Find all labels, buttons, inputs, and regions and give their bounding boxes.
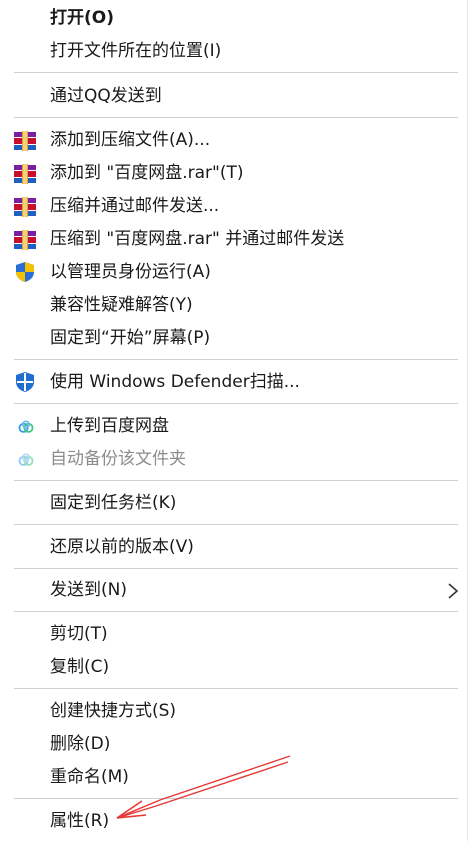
chevron-right-icon	[448, 583, 459, 599]
menu-item-label: 删除(D)	[50, 734, 111, 754]
menu-item-label: 压缩并通过邮件发送...	[50, 196, 220, 216]
menu-item-auto-backup-folder: 自动备份该文件夹	[0, 443, 472, 476]
menu-separator	[14, 524, 458, 525]
menu-item-label: 属性(R)	[50, 811, 110, 831]
menu-item-add-to-archive[interactable]: 添加到压缩文件(A)...	[0, 124, 472, 157]
menu-item-label: 兼容性疑难解答(Y)	[50, 295, 193, 315]
windows-defender-shield-icon	[16, 372, 34, 392]
menu-separator	[14, 72, 458, 73]
menu-item-label: 自动备份该文件夹	[50, 449, 186, 469]
menu-separator	[14, 688, 458, 689]
winrar-archive-icon	[14, 131, 36, 151]
menu-item-label: 固定到任务栏(K)	[50, 493, 177, 513]
winrar-archive-icon	[14, 197, 36, 217]
menu-item-add-to-rar[interactable]: 添加到 "百度网盘.rar"(T)	[0, 157, 472, 190]
menu-item-label: 上传到百度网盘	[50, 416, 169, 436]
menu-item-label: 复制(C)	[50, 657, 110, 677]
menu-item-label: 重命名(M)	[50, 767, 129, 787]
menu-item-copy[interactable]: 复制(C)	[0, 651, 472, 684]
baidu-netdisk-cloud-icon	[18, 420, 34, 433]
winrar-archive-icon	[14, 164, 36, 184]
menu-separator	[14, 480, 458, 481]
menu-item-label: 通过QQ发送到	[50, 86, 162, 106]
winrar-archive-icon	[14, 230, 36, 250]
menu-item-rename[interactable]: 重命名(M)	[0, 761, 472, 794]
menu-item-create-shortcut[interactable]: 创建快捷方式(S)	[0, 695, 472, 728]
menu-item-label: 添加到 "百度网盘.rar"(T)	[50, 163, 244, 183]
menu-item-label: 还原以前的版本(V)	[50, 537, 194, 557]
menu-item-label: 以管理员身份运行(A)	[50, 262, 211, 282]
menu-item-label: 使用 Windows Defender扫描...	[50, 372, 300, 392]
menu-item-delete[interactable]: 删除(D)	[0, 728, 472, 761]
menu-separator	[14, 359, 458, 360]
menu-item-label: 发送到(N)	[50, 580, 127, 600]
menu-item-label: 添加到压缩文件(A)...	[50, 130, 211, 150]
menu-item-label: 打开文件所在的位置(I)	[50, 41, 222, 61]
menu-right-border	[467, 0, 468, 841]
menu-item-label: 剪切(T)	[50, 624, 108, 644]
uac-shield-icon	[16, 262, 34, 282]
menu-item-run-as-admin[interactable]: 以管理员身份运行(A)	[0, 256, 472, 289]
menu-item-label: 压缩到 "百度网盘.rar" 并通过邮件发送	[50, 229, 345, 249]
menu-item-compress-rar-and-email[interactable]: 压缩到 "百度网盘.rar" 并通过邮件发送	[0, 223, 472, 256]
menu-item-compatibility-troubleshoot[interactable]: 兼容性疑难解答(Y)	[0, 289, 472, 322]
menu-separator	[14, 403, 458, 404]
menu-item-restore-previous-versions[interactable]: 还原以前的版本(V)	[0, 531, 472, 564]
menu-separator	[14, 117, 458, 118]
menu-item-open-file-location[interactable]: 打开文件所在的位置(I)	[0, 35, 472, 68]
menu-separator	[14, 568, 458, 569]
menu-item-pin-to-start[interactable]: 固定到“开始”屏幕(P)	[0, 322, 472, 355]
menu-item-cut[interactable]: 剪切(T)	[0, 618, 472, 651]
context-menu: 打开(O) 打开文件所在的位置(I) 通过QQ发送到 添加到压缩文件(A)...…	[0, 0, 472, 841]
menu-item-send-via-qq[interactable]: 通过QQ发送到	[0, 80, 472, 113]
menu-item-upload-baidu[interactable]: 上传到百度网盘	[0, 410, 472, 443]
menu-item-label: 固定到“开始”屏幕(P)	[50, 328, 211, 348]
menu-item-pin-to-taskbar[interactable]: 固定到任务栏(K)	[0, 487, 472, 520]
menu-item-compress-and-email[interactable]: 压缩并通过邮件发送...	[0, 190, 472, 223]
menu-item-send-to[interactable]: 发送到(N)	[0, 574, 472, 607]
menu-separator	[14, 611, 458, 612]
menu-item-label: 创建快捷方式(S)	[50, 701, 177, 721]
menu-item-open[interactable]: 打开(O)	[0, 2, 472, 35]
menu-item-label: 打开(O)	[50, 8, 114, 28]
menu-item-properties[interactable]: 属性(R)	[0, 805, 472, 838]
menu-item-defender-scan[interactable]: 使用 Windows Defender扫描...	[0, 366, 472, 399]
menu-separator	[14, 798, 458, 799]
baidu-netdisk-cloud-icon	[18, 453, 34, 466]
